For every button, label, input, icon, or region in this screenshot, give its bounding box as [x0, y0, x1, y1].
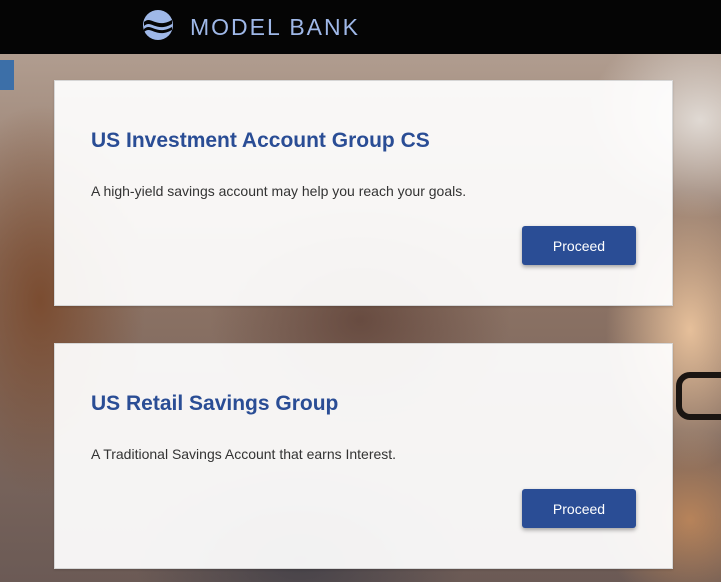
product-description: A Traditional Savings Account that earns… [91, 446, 397, 462]
product-title: US Investment Account Group CS [91, 129, 430, 152]
product-description: A high-yield savings account may help yo… [91, 183, 467, 199]
product-card: US Investment Account Group CS A high-yi… [54, 80, 673, 306]
proceed-button[interactable]: Proceed [522, 226, 636, 265]
product-card: US Retail Savings Group A Traditional Sa… [54, 343, 673, 569]
background-detail [0, 60, 14, 90]
header-bar: MODEL BANK [0, 0, 721, 54]
brand-name[interactable]: MODEL BANK [190, 14, 360, 40]
product-title: US Retail Savings Group [91, 392, 339, 415]
background-detail [676, 372, 721, 420]
model-bank-logo-icon[interactable] [142, 9, 174, 41]
proceed-button[interactable]: Proceed [522, 489, 636, 528]
